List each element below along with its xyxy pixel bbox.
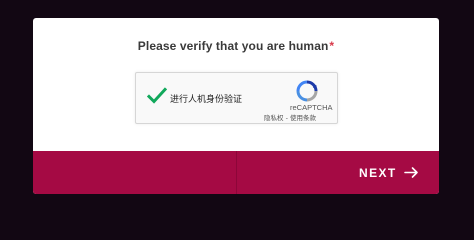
recaptcha-brand: reCAPTCHA (290, 103, 333, 112)
arrow-right-icon (404, 167, 418, 178)
page: Please verify that you are human* 进行人机身份… (0, 0, 474, 209)
recaptcha-widget[interactable]: 进行人机身份验证 reCAPTCHA 隐私权 - 使用条款 (135, 72, 338, 124)
checkmark-icon[interactable] (147, 87, 167, 105)
required-marker: * (329, 39, 335, 53)
next-label: NEXT (359, 166, 397, 180)
verification-heading: Please verify that you are human* (33, 39, 439, 53)
recaptcha-links[interactable]: 隐私权 - 使用条款 (264, 112, 316, 122)
dialog-footer: NEXT (33, 151, 439, 194)
heading-text: Please verify that you are human (137, 39, 329, 53)
next-button[interactable]: NEXT (237, 151, 439, 194)
verification-dialog: Please verify that you are human* 进行人机身份… (33, 18, 439, 194)
recaptcha-logo-icon (296, 80, 318, 102)
captcha-label: 进行人机身份验证 (170, 95, 243, 105)
